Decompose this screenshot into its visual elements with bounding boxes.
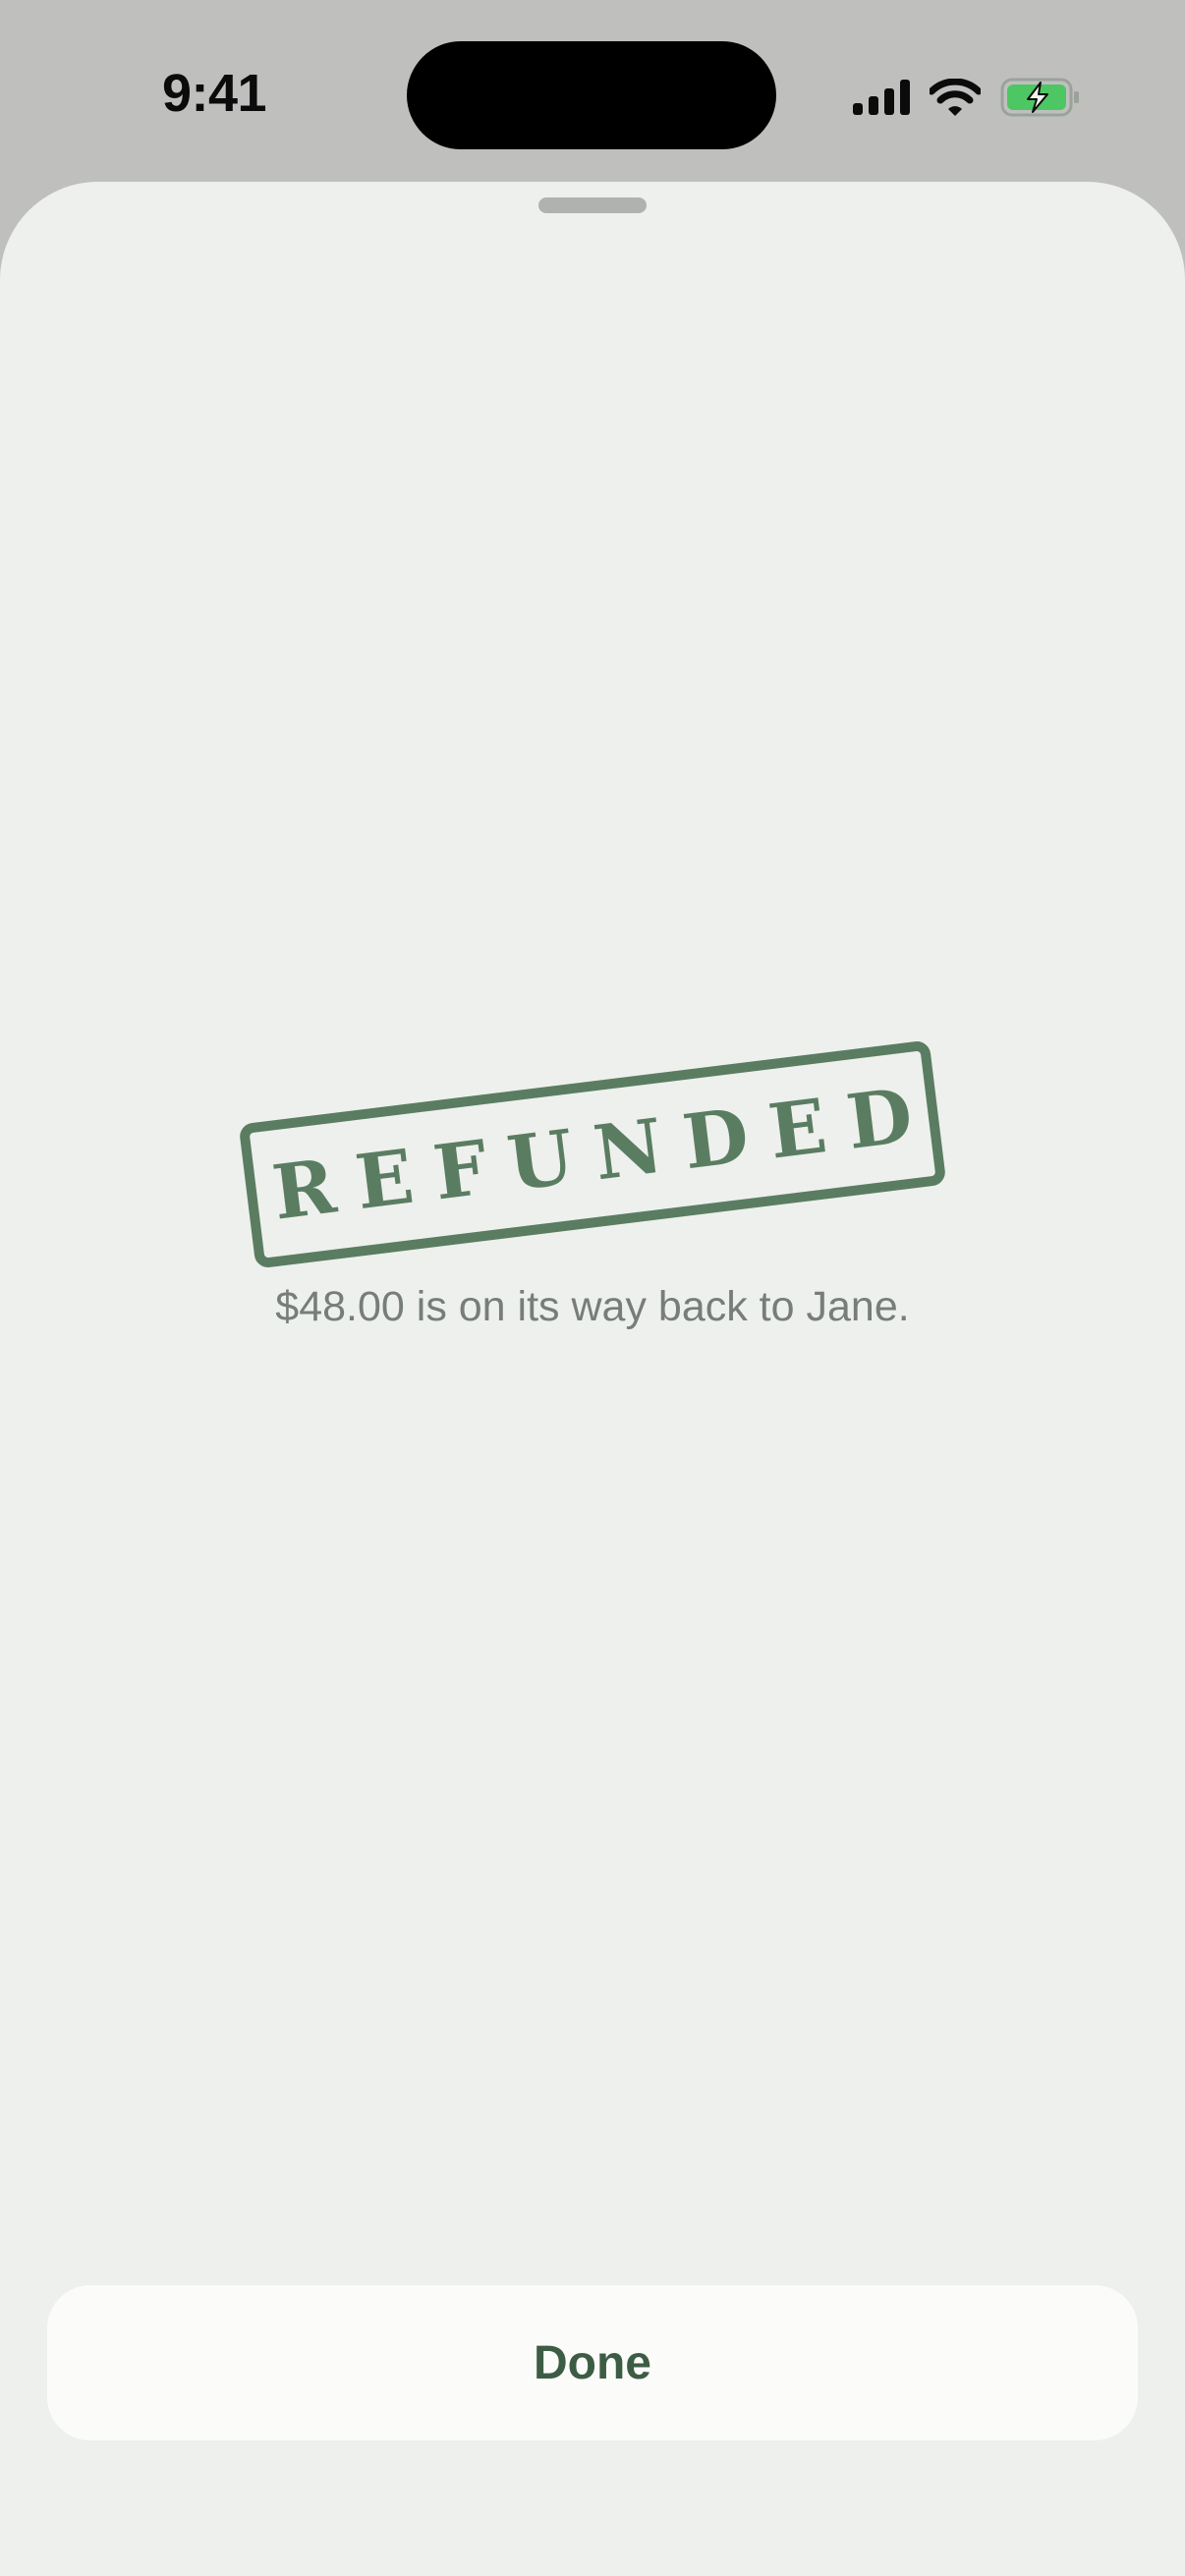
sheet-grabber[interactable]	[538, 197, 647, 213]
refund-message: $48.00 is on its way back to Jane.	[275, 1283, 910, 1330]
status-icons	[853, 73, 1081, 122]
dynamic-island	[407, 41, 776, 149]
refund-sheet	[0, 182, 1185, 2576]
wifi-icon	[930, 79, 981, 116]
done-button[interactable]: Done	[47, 2285, 1138, 2440]
status-bar: 9:41	[0, 0, 1185, 183]
status-time: 9:41	[161, 64, 267, 123]
cellular-signal-icon	[853, 80, 910, 115]
battery-charging-icon	[1000, 78, 1081, 117]
